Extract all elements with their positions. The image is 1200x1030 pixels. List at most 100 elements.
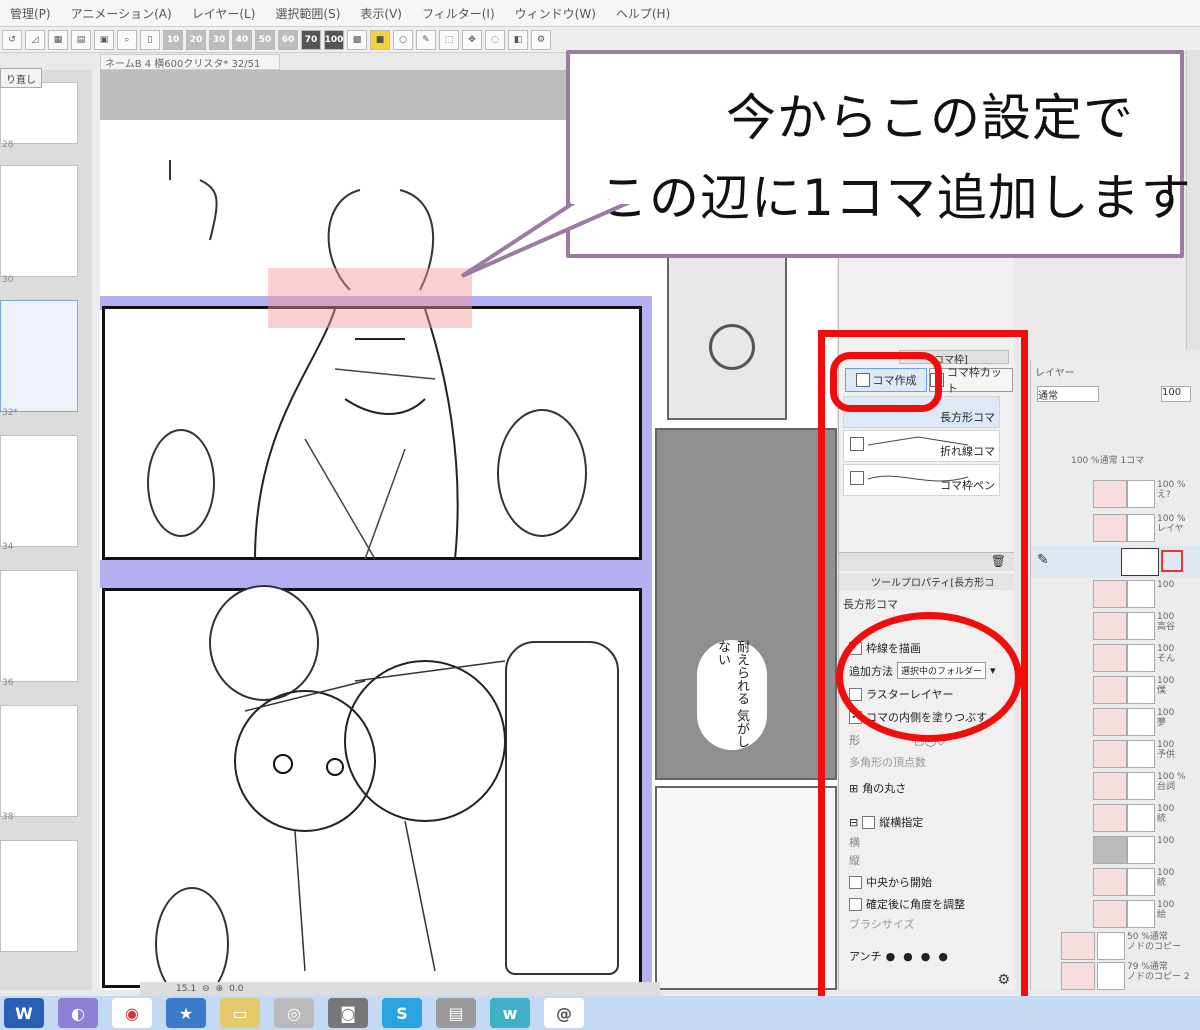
zoom-preset-30[interactable]: 30 <box>209 29 229 50</box>
layer-row[interactable]: 50 %通常 ノドのコピー <box>1061 930 1199 960</box>
layer-row[interactable]: 100 夢 <box>1093 706 1199 736</box>
zoom-preset-20[interactable]: 20 <box>186 29 206 50</box>
comic-panel-1[interactable] <box>102 306 642 560</box>
layer-row[interactable]: 100 高谷 <box>1093 610 1199 640</box>
page-thumbnail-selected[interactable] <box>0 300 78 412</box>
page-thumbnail[interactable] <box>0 165 78 277</box>
ruler-icon[interactable]: ▤ <box>71 29 91 50</box>
page-number: 32* <box>2 408 18 418</box>
page-thumbnail[interactable] <box>0 435 78 547</box>
redo-button[interactable]: り直し <box>0 68 42 88</box>
layer-row[interactable]: 100 予供 <box>1093 738 1199 768</box>
brush-icon[interactable]: ✎ <box>416 29 436 50</box>
w-app-icon[interactable]: w <box>490 998 530 1028</box>
layer-panel-title: レイヤー <box>1035 368 1075 379</box>
layer-row[interactable]: 100 そん <box>1093 642 1199 672</box>
adjacent-panel <box>667 256 787 420</box>
callout-pointer <box>460 200 635 278</box>
menu-bar: 管理(P) アニメーション(A) レイヤー(L) 選択範囲(S) 表示(V) フ… <box>0 0 1200 27</box>
clip-studio-icon[interactable]: ◎ <box>274 998 314 1028</box>
document-tab[interactable]: ネームB 4 横600クリスタ* 32/51 <box>100 54 280 70</box>
callout-box: 今からこの設定で この辺に1コマ追加します <box>566 50 1191 258</box>
menu-manage[interactable]: 管理(P) <box>0 5 61 22</box>
active-layer-row[interactable]: ✎ <box>1031 546 1200 578</box>
page-number: 38 <box>2 812 14 822</box>
zoom-preset-40[interactable]: 40 <box>232 29 252 50</box>
save-icon[interactable]: ▣ <box>94 29 114 50</box>
move-icon[interactable]: ✥ <box>462 29 482 50</box>
zoom-in-icon[interactable]: ⊕ <box>216 984 224 994</box>
adjacent-page: 耐えられる 気がしない <box>655 250 837 990</box>
layer-thumbnail <box>1121 548 1159 576</box>
layer-opacity-field[interactable]: 100 <box>1161 386 1191 402</box>
color-swatch-icon[interactable]: ■ <box>370 29 390 50</box>
menu-view[interactable]: 表示(V) <box>350 5 412 22</box>
page-number: 34 <box>2 542 14 552</box>
layer-row[interactable]: 100 % え? <box>1093 478 1199 508</box>
characters-sketch <box>234 660 506 972</box>
menu-help[interactable]: ヘルプ(H) <box>606 5 680 22</box>
zoom-preset-60[interactable]: 60 <box>278 29 298 50</box>
skype-icon[interactable]: S <box>382 998 422 1028</box>
undo-icon[interactable]: ↺ <box>2 29 22 50</box>
annotation-red-oval <box>836 612 1022 742</box>
pattern-icon[interactable]: ▩ <box>347 29 367 50</box>
panel-gutter <box>100 560 645 588</box>
word-icon[interactable]: W <box>4 998 44 1028</box>
lasso-icon[interactable]: ◌ <box>485 29 505 50</box>
menu-animation[interactable]: アニメーション(A) <box>61 5 182 22</box>
layer-row[interactable]: 100 僕 <box>1093 674 1199 704</box>
figure-sketch <box>254 309 459 560</box>
zoom-out-icon[interactable]: ⊖ <box>202 984 210 994</box>
page-icon[interactable]: ▯ <box>140 29 160 50</box>
layer-folder-label[interactable]: 100 %通常 1コマ <box>1071 456 1161 467</box>
comic-panel-2[interactable] <box>102 585 642 1001</box>
mask-icon[interactable] <box>1161 550 1183 572</box>
layer-row[interactable]: 100 % 台詞 <box>1093 770 1199 800</box>
zoom-preset-10[interactable]: 10 <box>163 29 183 50</box>
zoom-preset-70[interactable]: 70 <box>301 29 321 50</box>
layer-row[interactable]: 100 % レイヤ <box>1093 512 1199 542</box>
zoom-preset-100[interactable]: 100 <box>324 29 344 50</box>
page-thumbnail[interactable] <box>0 82 78 144</box>
menu-window[interactable]: ウィンドウ(W) <box>505 5 606 22</box>
page-list-scrollbar[interactable] <box>92 70 100 990</box>
grid-icon[interactable]: ▦ <box>48 29 68 50</box>
doc-icon[interactable]: ▤ <box>436 998 476 1028</box>
angle-readout[interactable]: 0.0 <box>229 984 243 994</box>
menu-filter[interactable]: フィルター(I) <box>412 5 505 22</box>
page-list-panel: 28 30 32* 34 36 38 <box>0 70 93 990</box>
zoom-readout[interactable]: 15.1 <box>176 984 196 994</box>
adjacent-panel <box>655 786 837 990</box>
chrome-icon[interactable]: ◉ <box>112 998 152 1028</box>
speech-text: 耐えられる 気がしない <box>715 640 749 749</box>
blend-mode-select[interactable]: 通常 <box>1037 386 1099 402</box>
transform-icon[interactable]: ◿ <box>25 29 45 50</box>
settings-icon[interactable]: ⚙ <box>531 29 551 50</box>
layer-row[interactable]: 100 統 <box>1093 802 1199 832</box>
search-icon[interactable]: ⌕ <box>117 29 137 50</box>
page-thumbnail[interactable] <box>0 840 78 952</box>
fill-icon[interactable]: ◧ <box>508 29 528 50</box>
wood-knot <box>709 324 755 370</box>
page-thumbnail[interactable] <box>0 705 78 817</box>
menu-selection[interactable]: 選択範囲(S) <box>265 5 350 22</box>
layer-row[interactable]: 100 絵 <box>1093 898 1199 928</box>
menu-layer[interactable]: レイヤー(L) <box>182 5 266 22</box>
clip-icon[interactable]: @ <box>544 998 584 1028</box>
circle-icon[interactable]: ○ <box>393 29 413 50</box>
selection-icon[interactable]: ⬚ <box>439 29 459 50</box>
camera-icon[interactable]: ◙ <box>328 998 368 1028</box>
layer-row[interactable]: 100 <box>1093 578 1199 608</box>
callout-line-1: 今からこの設定で <box>726 89 1134 147</box>
folder-icon[interactable]: ▭ <box>220 998 260 1028</box>
taskbar: W ◐ ◉ ★ ▭ ◎ ◙ S ▤ w @ <box>0 996 1200 1030</box>
layer-row[interactable]: 79 %通常 ノドのコピー 2 <box>1061 960 1199 990</box>
app-icon[interactable]: ◐ <box>58 998 98 1028</box>
layer-row[interactable]: 100 <box>1093 834 1199 864</box>
zoom-preset-50[interactable]: 50 <box>255 29 275 50</box>
layer-row[interactable]: 100 統 <box>1093 866 1199 896</box>
annotation-red-circle <box>830 352 942 412</box>
paint-icon[interactable]: ★ <box>166 998 206 1028</box>
page-thumbnail[interactable] <box>0 570 78 682</box>
